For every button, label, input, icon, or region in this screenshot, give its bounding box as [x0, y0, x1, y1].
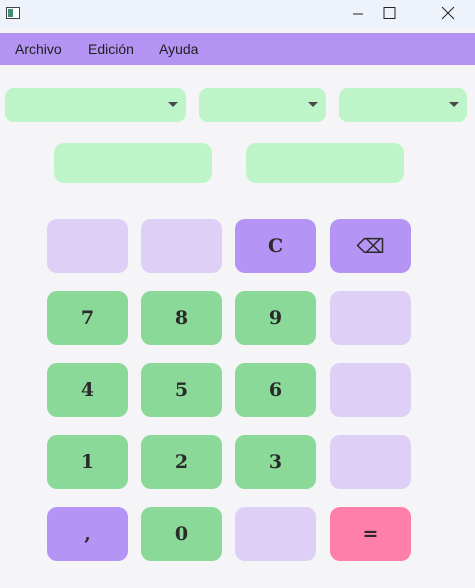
dropdown-3[interactable] — [339, 88, 467, 122]
value-field-1[interactable] — [54, 143, 212, 183]
equals-button[interactable]: = — [330, 507, 411, 561]
backspace-button[interactable]: ⌫ — [330, 219, 411, 273]
chevron-down-icon — [168, 102, 178, 107]
clear-button[interactable]: C — [235, 219, 316, 273]
key-7[interactable]: 7 — [47, 291, 128, 345]
dropdown-2[interactable] — [199, 88, 326, 122]
blank-key-5[interactable] — [330, 435, 411, 489]
menu-ayuda[interactable]: Ayuda — [159, 33, 198, 65]
blank-key-2[interactable] — [141, 219, 222, 273]
menu-bar: Archivo Edición Ayuda — [0, 33, 475, 65]
menu-archivo[interactable]: Archivo — [15, 33, 62, 65]
close-button[interactable] — [425, 0, 471, 28]
app-icon — [6, 7, 20, 19]
key-1[interactable]: 1 — [47, 435, 128, 489]
key-8[interactable]: 8 — [141, 291, 222, 345]
maximize-icon — [383, 7, 396, 19]
comma-button[interactable]: , — [47, 507, 128, 561]
maximize-button[interactable] — [366, 0, 412, 28]
key-3[interactable]: 3 — [235, 435, 316, 489]
menu-edicion[interactable]: Edición — [88, 33, 134, 65]
backspace-icon: ⌫ — [356, 234, 385, 258]
key-2[interactable]: 2 — [141, 435, 222, 489]
blank-key-1[interactable] — [47, 219, 128, 273]
blank-key-6[interactable] — [235, 507, 316, 561]
key-6[interactable]: 6 — [235, 363, 316, 417]
chevron-down-icon — [308, 102, 318, 107]
key-0[interactable]: 0 — [141, 507, 222, 561]
key-4[interactable]: 4 — [47, 363, 128, 417]
value-field-2[interactable] — [246, 143, 404, 183]
close-icon — [441, 6, 455, 20]
dropdown-1[interactable] — [5, 88, 186, 122]
key-9[interactable]: 9 — [235, 291, 316, 345]
blank-key-3[interactable] — [330, 291, 411, 345]
title-bar — [0, 0, 475, 28]
chevron-down-icon — [449, 102, 459, 107]
blank-key-4[interactable] — [330, 363, 411, 417]
key-5[interactable]: 5 — [141, 363, 222, 417]
